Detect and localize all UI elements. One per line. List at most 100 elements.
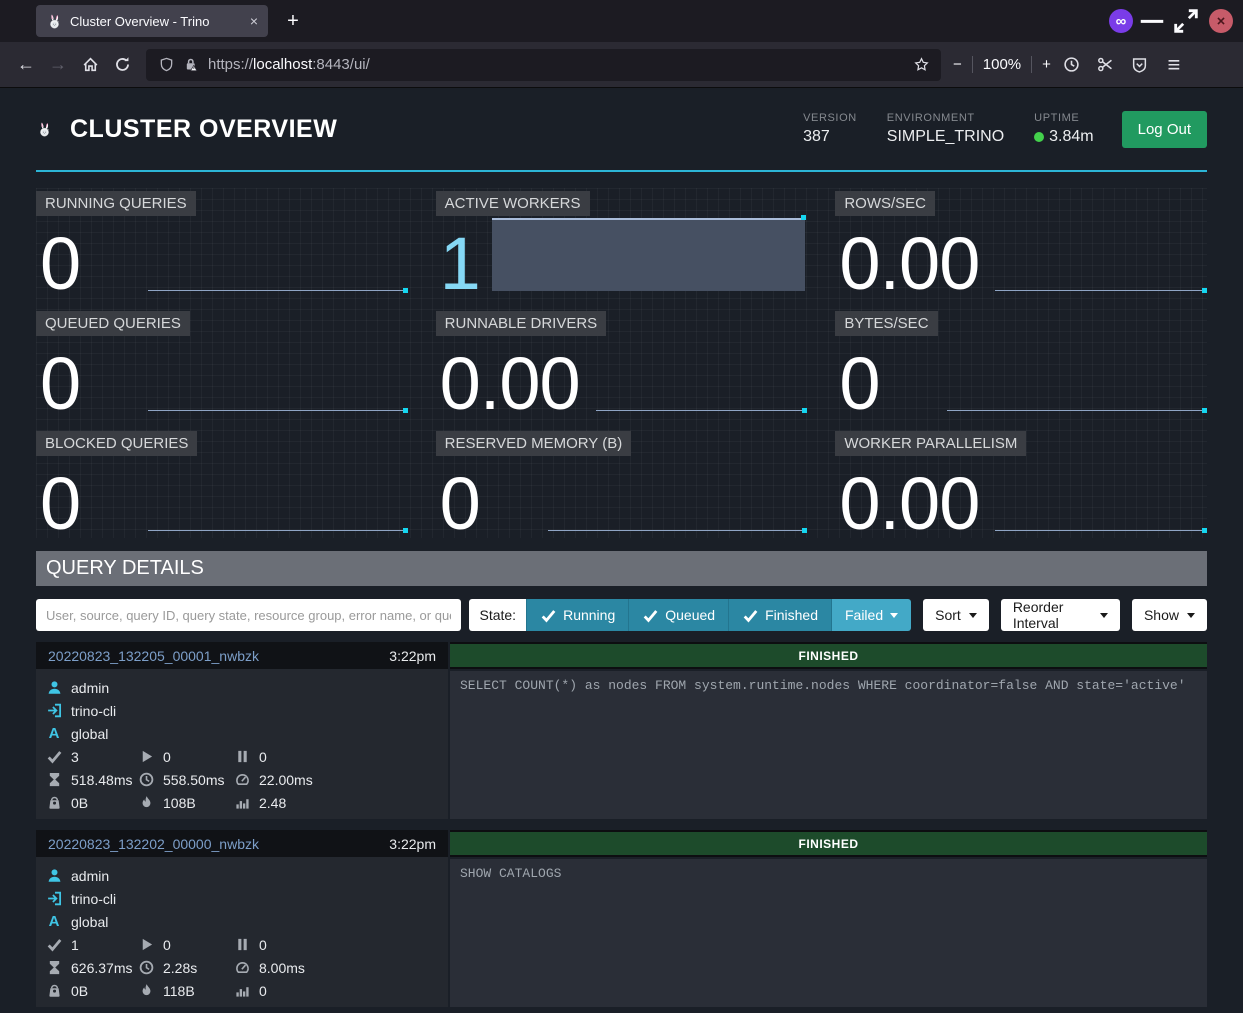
fire-icon (138, 983, 154, 999)
cpu-time-value: 22.00ms (259, 772, 313, 788)
filter-finished-button[interactable]: Finished (728, 599, 831, 631)
zoom-out-button[interactable]: − (953, 56, 962, 73)
logout-button[interactable]: Log Out (1122, 111, 1207, 148)
status-green-dot-icon (1034, 132, 1044, 142)
show-dropdown[interactable]: Show (1132, 599, 1207, 631)
browser-chrome: Cluster Overview - Trino × + ∞ ← → https… (0, 0, 1243, 88)
stat-value: 0 (40, 351, 80, 416)
current-memory-value: 0B (71, 983, 88, 999)
environment-block: ENVIRONMENT SIMPLE_TRINO (887, 112, 1004, 146)
font-a-icon: A (46, 726, 62, 742)
stat-value: 0 (40, 231, 80, 296)
queued-splits-stat: 0 (234, 937, 438, 953)
stat-card-running-queries: RUNNING QUERIES 0 (36, 188, 408, 298)
status-badge: FINISHED (450, 644, 1207, 667)
completed-splits-stat: 3 (46, 749, 138, 765)
reorder-interval-dropdown[interactable]: Reorder Interval (1001, 599, 1120, 631)
query-id-link[interactable]: 20220823_132202_00000_nwbzk (48, 836, 259, 852)
current-memory-value: 0B (71, 795, 88, 811)
completed-splits-value: 3 (71, 749, 79, 765)
elapsed-time-value: 558.50ms (163, 772, 224, 788)
font-a-icon: A (46, 914, 62, 930)
filter-running-button[interactable]: Running (526, 599, 628, 631)
stat-label: QUEUED QUERIES (36, 311, 190, 336)
stat-value: 0.00 (440, 351, 580, 416)
query-source-row: trino-cli (46, 699, 438, 722)
stat-label: RUNNING QUERIES (36, 191, 196, 216)
parallelism-stat: 2.48 (234, 795, 438, 811)
bookmark-star-icon[interactable] (913, 57, 929, 73)
query-sql-text: SHOW CATALOGS (450, 859, 1207, 1007)
zoom-level[interactable]: 100% (983, 56, 1021, 73)
version-block: VERSION 387 (803, 112, 857, 146)
stat-label: ACTIVE WORKERS (436, 191, 590, 216)
forward-icon[interactable]: → (42, 49, 74, 81)
trino-cluster-overview-page: CLUSTER OVERVIEW VERSION 387 ENVIRONMENT… (0, 88, 1243, 1007)
sort-dropdown[interactable]: Sort (923, 599, 989, 631)
browser-toolbar: ← → https://localhost:8443/ui/ − 100% + (0, 42, 1243, 88)
query-user-row: admin (46, 864, 438, 887)
completed-splits-stat: 1 (46, 937, 138, 953)
window-close-button[interactable] (1209, 9, 1233, 33)
menu-icon[interactable]: ≡ (1157, 49, 1191, 81)
time-stats-row: 626.37ms 2.28s 8.00ms (46, 956, 438, 979)
stat-value: 0.00 (839, 471, 979, 536)
query-search-input[interactable] (36, 599, 461, 631)
shield-icon[interactable] (158, 57, 174, 73)
window-minimize-button[interactable] (1137, 6, 1167, 36)
filter-failed-dropdown[interactable]: Failed (831, 599, 911, 631)
window-restore-button[interactable] (1171, 6, 1201, 36)
cumulative-memory-stat: 118B (138, 983, 234, 999)
stat-label: RUNNABLE DRIVERS (436, 311, 607, 336)
login-icon (46, 703, 62, 719)
sparkline (947, 410, 1205, 411)
query-id-bar: 20220823_132205_00001_nwbzk 3:22pm (36, 642, 448, 669)
url-bar[interactable]: https://localhost:8443/ui/ (146, 49, 941, 81)
sparkline-area (492, 218, 806, 291)
pause-icon (234, 937, 250, 953)
stat-label: BYTES/SEC (835, 311, 937, 336)
equalizer-icon (234, 983, 250, 999)
wall-time-value: 626.37ms (71, 960, 132, 976)
elapsed-time-stat: 2.28s (138, 960, 234, 976)
zoom-in-button[interactable]: + (1042, 56, 1051, 73)
stat-label: BLOCKED QUERIES (36, 431, 197, 456)
query-id-link[interactable]: 20220823_132205_00001_nwbzk (48, 648, 259, 664)
environment-value: SIMPLE_TRINO (887, 128, 1004, 146)
tab-close-button[interactable]: × (250, 13, 258, 29)
query-resource-group: global (71, 726, 108, 742)
url-text[interactable]: https://localhost:8443/ui/ (208, 56, 370, 73)
uptime-value-wrap: 3.84m (1034, 128, 1093, 146)
queued-splits-value: 0 (259, 749, 267, 765)
uptime-label: UPTIME (1034, 112, 1093, 124)
pocket-icon[interactable] (1123, 49, 1157, 81)
stat-value: 1 (440, 231, 480, 296)
reorder-interval-label: Reorder Interval (1013, 599, 1092, 631)
check-icon (540, 607, 556, 623)
sparkline (995, 290, 1205, 291)
chevron-down-icon (1187, 613, 1195, 618)
lock-warning-icon[interactable] (183, 57, 199, 73)
screenshot-icon[interactable] (1089, 49, 1123, 81)
filter-queued-button[interactable]: Queued (628, 599, 728, 631)
page-header: CLUSTER OVERVIEW VERSION 387 ENVIRONMENT… (36, 88, 1207, 172)
gauge-icon (234, 772, 250, 788)
query-user-row: admin (46, 676, 438, 699)
cpu-time-value: 8.00ms (259, 960, 305, 976)
memory-stats-row: 0B 108B 2.48 (46, 791, 438, 814)
query-row: 20220823_132205_00001_nwbzk 3:22pm admin… (36, 642, 1207, 819)
stat-card-queued-queries: QUEUED QUERIES 0 (36, 308, 408, 418)
chevron-down-icon (1100, 613, 1108, 618)
history-icon[interactable] (1055, 49, 1089, 81)
queued-splits-stat: 0 (234, 749, 438, 765)
home-icon[interactable] (74, 49, 106, 81)
query-detail-panel: FINISHED SHOW CATALOGS (450, 830, 1207, 1007)
trino-bunny-logo-icon (36, 121, 52, 137)
reload-icon[interactable] (106, 49, 138, 81)
new-tab-button[interactable]: + (278, 6, 308, 36)
back-icon[interactable]: ← (10, 49, 42, 81)
query-resource-group-row: A global (46, 722, 438, 745)
trino-favicon-icon (46, 12, 62, 30)
browser-tab[interactable]: Cluster Overview - Trino × (36, 5, 268, 37)
filter-running-label: Running (563, 607, 615, 623)
